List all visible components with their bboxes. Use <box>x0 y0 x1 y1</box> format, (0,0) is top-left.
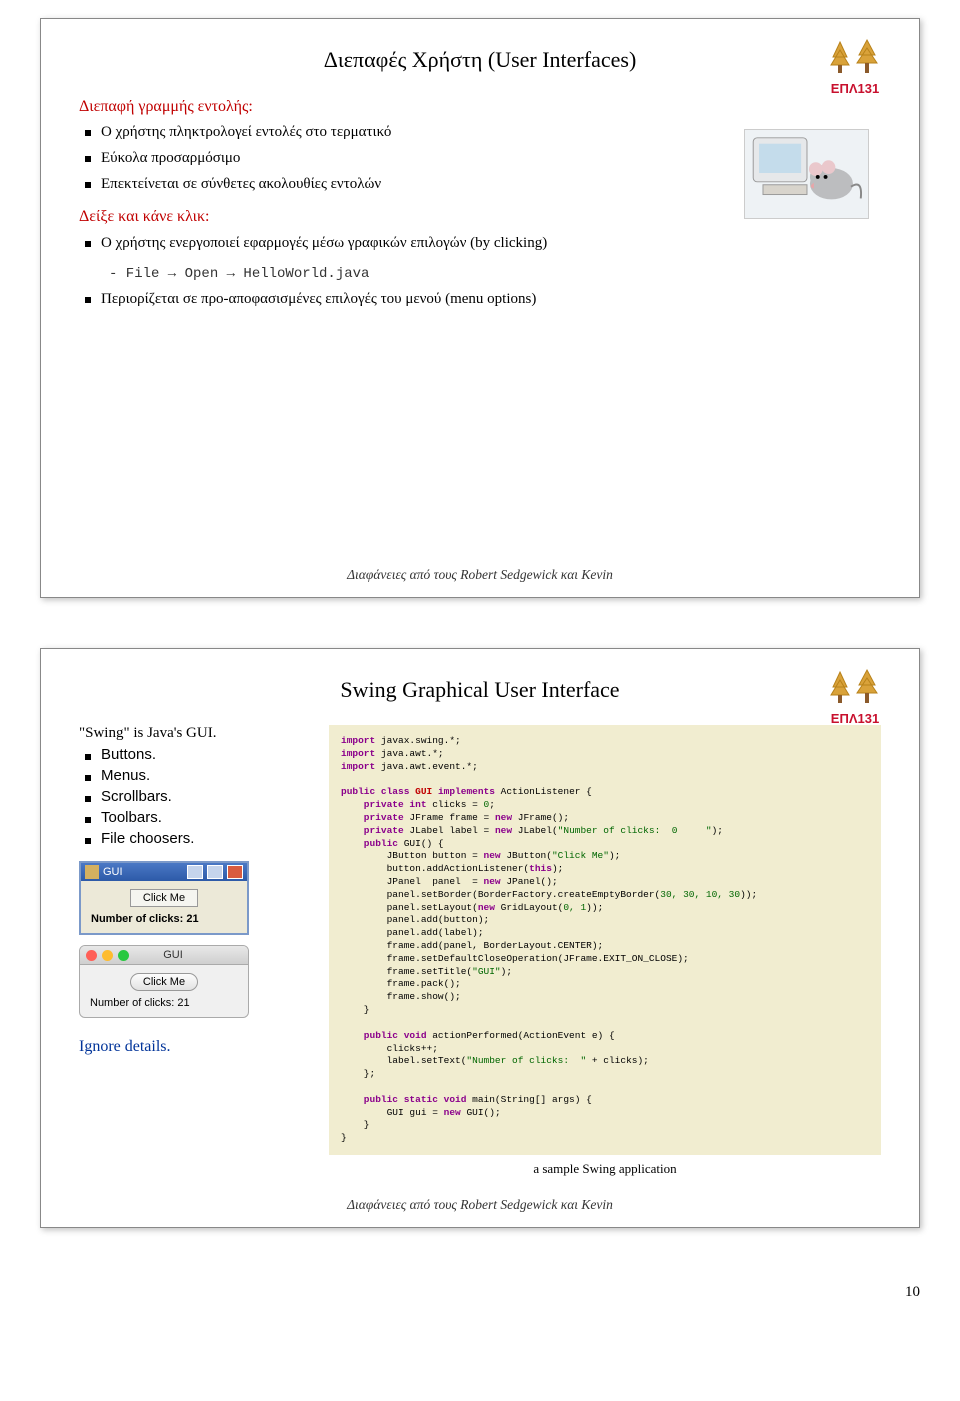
logo: ΕΠΛ131 <box>815 667 895 726</box>
logo-tree-icon <box>825 667 885 707</box>
logo-label: ΕΠΛ131 <box>815 81 895 96</box>
slide-title: Swing Graphical User Interface <box>79 677 881 703</box>
click-me-button[interactable]: Click Me <box>130 973 198 991</box>
win-titlebar: GUI <box>81 863 247 881</box>
code-caption: a sample Swing application <box>329 1161 881 1177</box>
left-column: "Swing" is Java's GUI. Buttons. Menus. S… <box>79 725 309 1177</box>
section1-head: Διεπαφή γραμμής εντολής: <box>79 95 881 118</box>
section2-list: Ο χρήστης ενεργοποιεί εφαρμογές μέσω γρα… <box>79 233 881 255</box>
list-item: Menus. <box>79 767 309 784</box>
list-item: Buttons. <box>79 746 309 763</box>
list-item: Scrollbars. <box>79 788 309 805</box>
page-number: 10 <box>0 1278 960 1321</box>
windows-gui-preview: GUI Click Me Number of clicks: 21 <box>79 861 249 935</box>
footer-credit: Διαφάνειες από τους Robert Sedgewick και… <box>347 1197 613 1213</box>
mac-zoom-icon[interactable] <box>118 950 129 961</box>
footer-credit: Διαφάνειες από τους Robert Sedgewick και… <box>347 567 613 583</box>
slide-title: Διεπαφές Χρήστη (User Interfaces) <box>79 47 881 73</box>
logo-tree-icon <box>825 37 885 77</box>
minimize-icon[interactable] <box>187 865 203 879</box>
mouse-cartoon-image <box>744 129 869 219</box>
maximize-icon[interactable] <box>207 865 223 879</box>
mac-minimize-icon[interactable] <box>102 950 113 961</box>
list-item: File choosers. <box>79 830 309 847</box>
mac-titlebar: GUI <box>80 946 248 965</box>
ignore-details: Ignore details. <box>79 1038 309 1056</box>
list-item: Toolbars. <box>79 809 309 826</box>
app-icon <box>85 865 99 879</box>
clicks-label: Number of clicks: 21 <box>90 997 238 1009</box>
mac-close-icon[interactable] <box>86 950 97 961</box>
logo-label: ΕΠΛ131 <box>815 711 895 726</box>
code-block: import javax.swing.*; import java.awt.*;… <box>329 725 881 1155</box>
close-icon[interactable] <box>227 865 243 879</box>
slide-1: ΕΠΛ131 Διεπαφές Χρήστη (User Interfaces)… <box>40 18 920 598</box>
list-item: Ο χρήστης ενεργοποιεί εφαρμογές μέσω γρα… <box>79 233 881 255</box>
logo: ΕΠΛ131 <box>815 37 895 96</box>
section2-list2: Περιορίζεται σε προ-αποφασισμένες επιλογ… <box>79 289 881 311</box>
swing-list: Buttons. Menus. Scrollbars. Toolbars. Fi… <box>79 746 309 847</box>
mac-gui-preview: GUI Click Me Number of clicks: 21 <box>79 945 249 1018</box>
right-column: import javax.swing.*; import java.awt.*;… <box>329 725 881 1177</box>
list-item: Περιορίζεται σε προ-αποφασισμένες επιλογ… <box>79 289 881 311</box>
win-title: GUI <box>103 866 123 878</box>
mac-title: GUI <box>134 949 242 961</box>
slide-2: ΕΠΛ131 Swing Graphical User Interface "S… <box>40 648 920 1228</box>
clicks-label: Number of clicks: 21 <box>91 913 237 925</box>
swing-intro: "Swing" is Java's GUI. <box>79 725 309 742</box>
click-me-button[interactable]: Click Me <box>130 889 198 907</box>
code-path: - File → Open → HelloWorld.java <box>109 264 881 284</box>
